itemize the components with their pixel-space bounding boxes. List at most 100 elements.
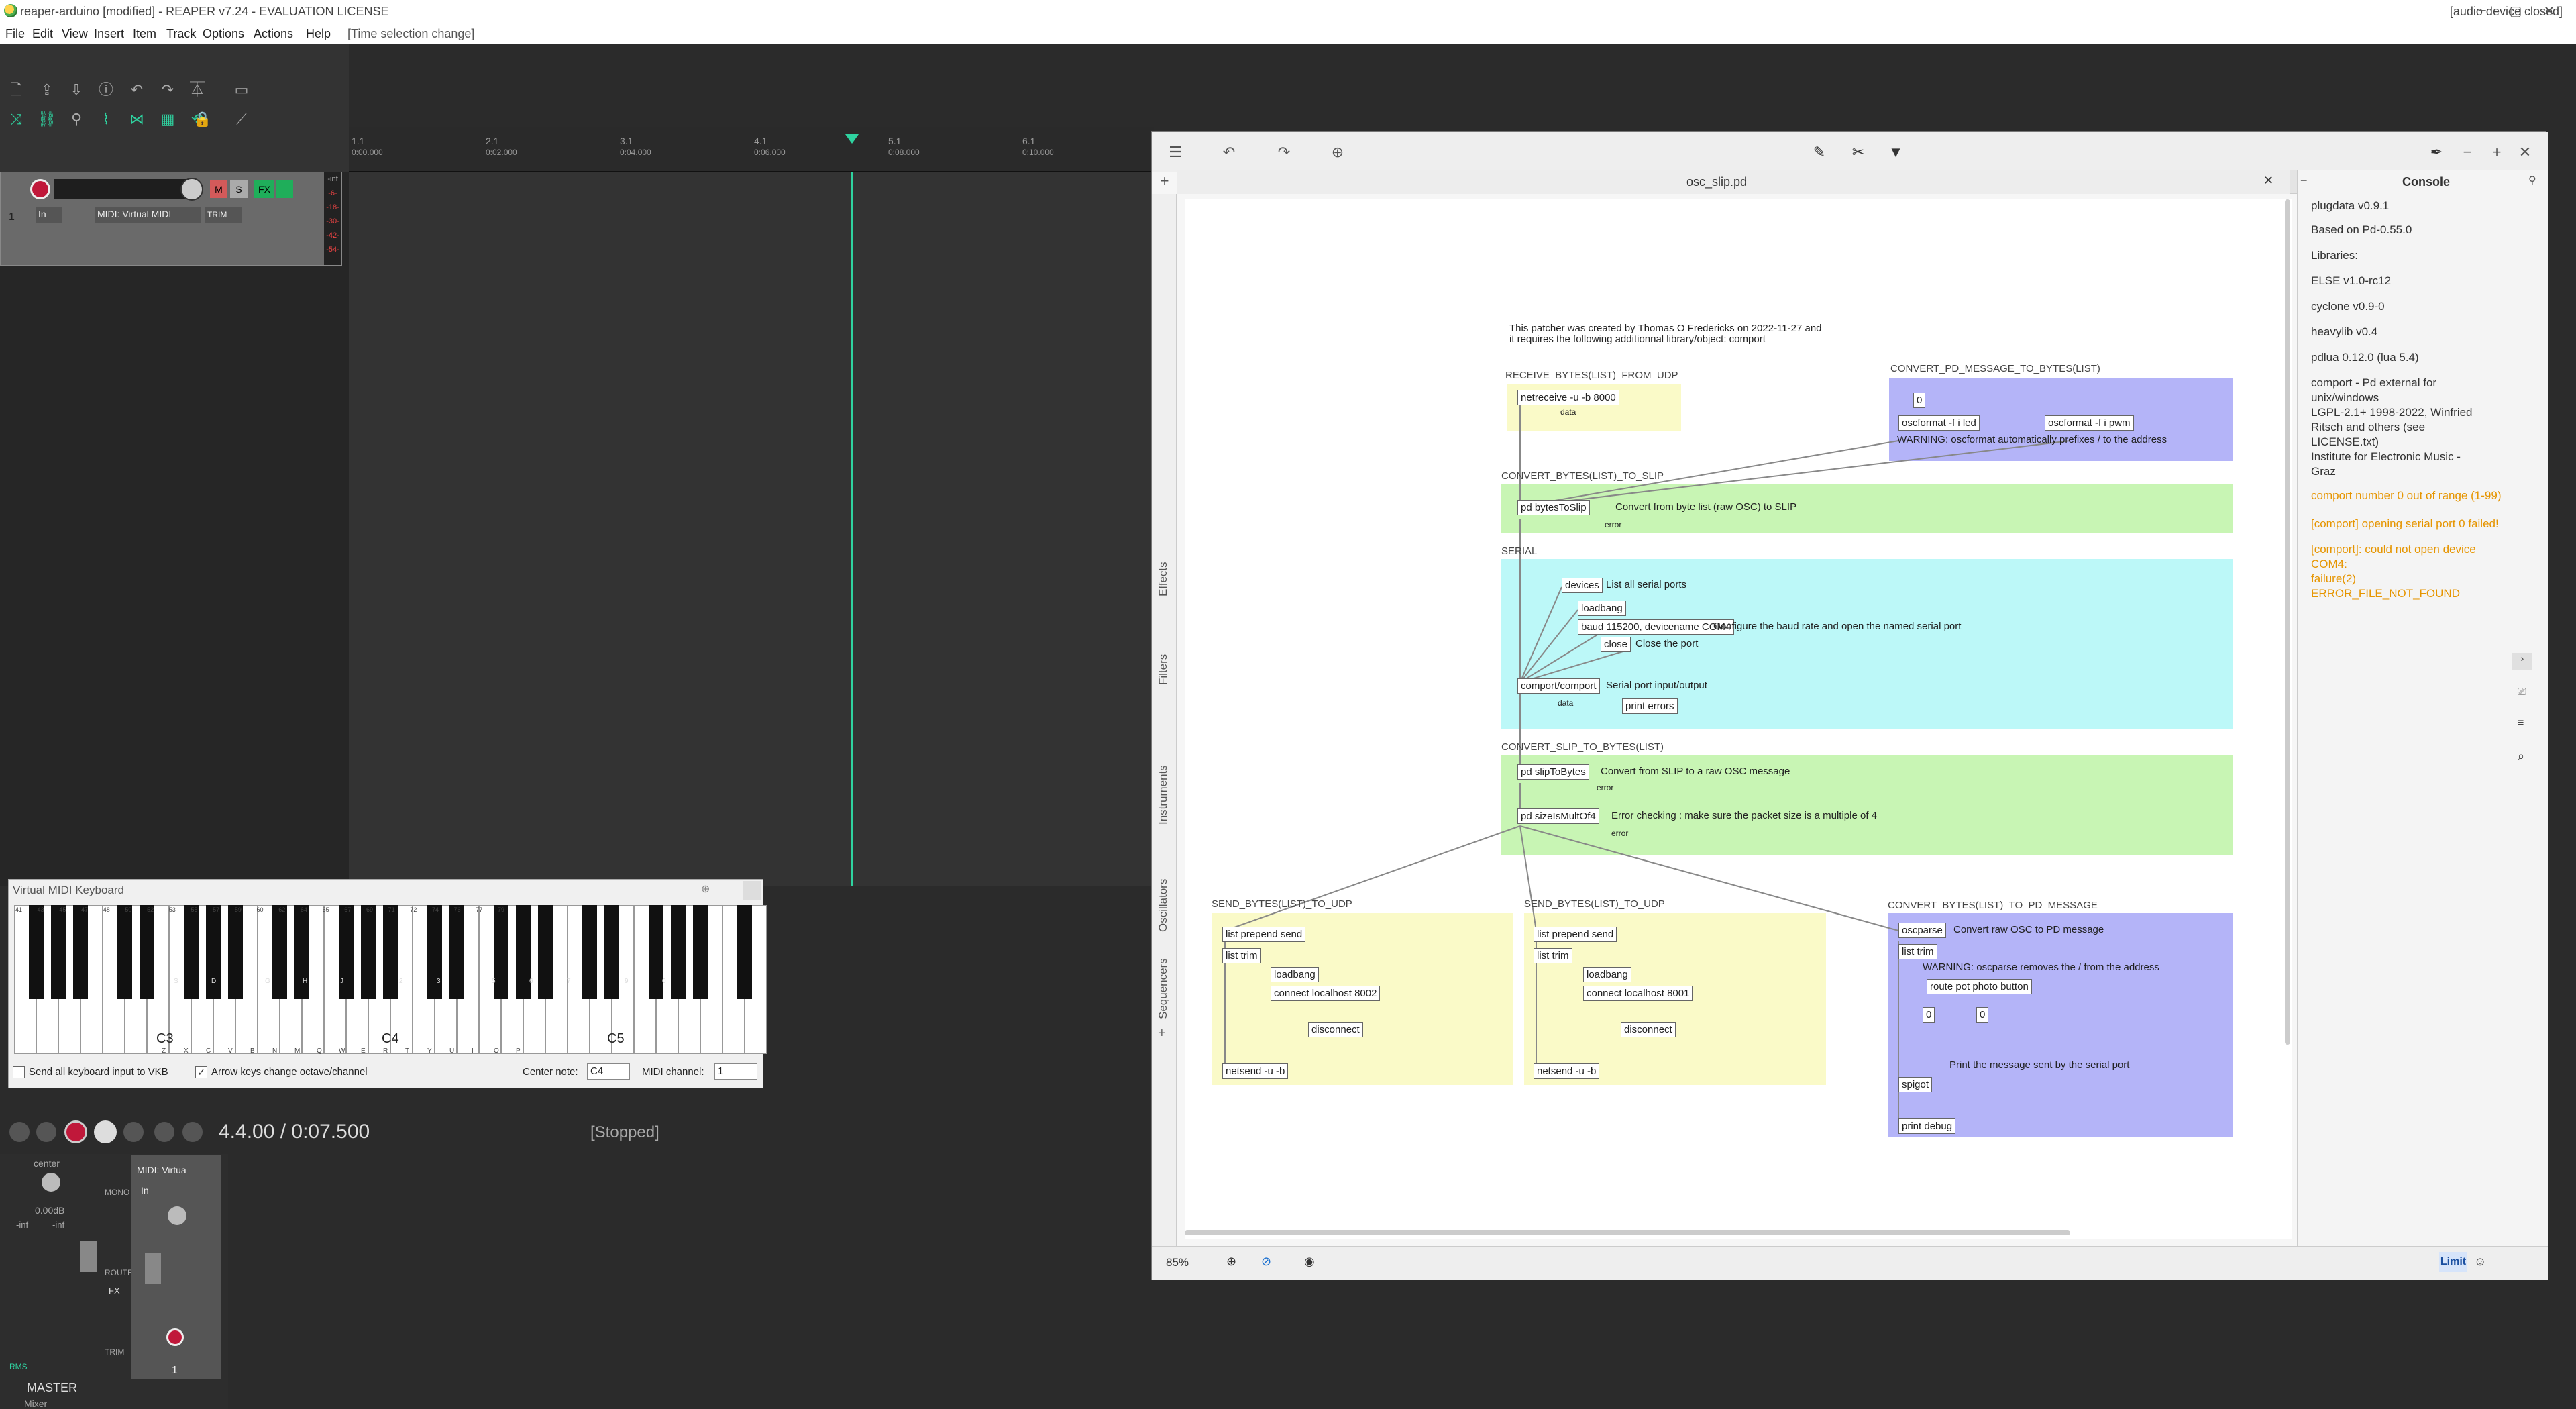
master-trim-button[interactable]: TRIM [105,1347,124,1357]
console-pin-icon[interactable]: ⚲ [2528,174,2536,187]
pd-object-sliptobytes[interactable]: pd slipToBytes [1517,764,1589,780]
add-object-icon[interactable]: ⊕ [1328,143,1347,162]
tab-osc-slip[interactable]: osc_slip.pd ✕ [1177,170,2290,194]
black-key[interactable] [449,905,464,999]
maximize-icon[interactable]: ▢ [2502,3,2529,19]
fx-button[interactable]: FX [254,180,274,198]
pd-object-print-debug[interactable]: print debug [1898,1118,1956,1134]
pd-object-bytestoslip[interactable]: pd bytesToSlip [1517,500,1590,515]
vertical-scrollbar[interactable] [2285,199,2290,1045]
ripple-edit-icon[interactable]: ⤨ [7,110,25,129]
black-key[interactable] [361,905,376,999]
go-start-icon[interactable] [9,1122,30,1142]
arrange-view[interactable] [349,172,1154,886]
black-key[interactable] [649,905,663,999]
pd-object-list-trim3[interactable]: list trim [1898,944,1937,959]
new-tab-icon[interactable]: + [1152,172,1177,194]
pd-object-oscparse[interactable]: oscparse [1898,923,1946,938]
pd-object-spigot[interactable]: spigot [1898,1077,1933,1092]
black-key[interactable] [51,905,66,999]
sidebar-tab-effects[interactable]: Effects [1157,562,1170,596]
open-project-icon[interactable]: ⇪ [38,81,56,99]
pd-object-num0b[interactable]: 0 [1923,1007,1935,1023]
run-mode-icon[interactable]: ✂ [1849,143,1868,162]
horizontal-scrollbar[interactable] [1185,1230,2070,1235]
black-key[interactable] [516,905,531,999]
redo-icon[interactable]: ↷ [1275,143,1293,162]
pd-object-netsend1[interactable]: netsend -u -b [1222,1063,1289,1079]
sidebar-tab-oscillators[interactable]: Oscillators [1157,879,1170,932]
crossfade-icon[interactable]: ⋈ [127,110,146,129]
limit-button[interactable]: Limit [2439,1252,2467,1272]
envelope-lock-icon[interactable]: ⌇ [97,110,115,129]
menu-file[interactable]: File [5,27,25,41]
menu-edit[interactable]: Edit [32,27,53,41]
stop-button[interactable] [154,1122,174,1142]
undo-icon[interactable]: ↶ [127,81,146,99]
pd-object-oscformat1[interactable]: oscformat -f i led [1898,415,1980,431]
pd-object-route[interactable]: route pot photo button [1927,979,2032,994]
menu-item[interactable]: Item [133,27,156,41]
item-grouping-icon[interactable]: ⛓ [38,110,56,129]
record-arm-button[interactable] [30,179,50,199]
add-sidebar-item-icon[interactable]: + [1158,1026,1166,1041]
project-settings-icon[interactable]: ⓘ [97,81,115,99]
pd-object-num0c[interactable]: 0 [1976,1007,1989,1023]
channel-pan-knob[interactable] [168,1206,186,1225]
black-key[interactable] [604,905,619,999]
console-settings-icon[interactable]: ≡ [2518,717,2524,729]
sidebar-tab-filters[interactable]: Filters [1157,654,1170,685]
black-key[interactable] [427,905,442,999]
pd-object-netreceive[interactable]: netreceive -u -b 8000 [1517,390,1619,405]
pd-object-connect2[interactable]: connect localhost 8001 [1583,986,1693,1001]
channel-input[interactable]: MIDI: Virtua [137,1165,186,1176]
black-key[interactable] [383,905,398,999]
hamburger-menu-icon[interactable]: ☰ [1166,143,1185,162]
pin-icon[interactable]: ⊕ [701,882,710,896]
mixer-channel-1[interactable]: MIDI: Virtua In 1 [131,1155,221,1379]
solo-button[interactable]: S [230,180,248,198]
black-key[interactable] [228,905,243,999]
sidebar-tab-instruments[interactable]: Instruments [1157,765,1170,825]
pin-icon[interactable]: ⊘ [1261,1255,1271,1269]
fx-bypass-icon[interactable] [276,180,293,198]
center-note-input[interactable]: C4 [587,1063,630,1080]
black-key[interactable] [206,905,221,999]
mono-button[interactable]: MONO [105,1188,129,1197]
console-search-icon[interactable]: ⌕ [2518,749,2524,764]
pd-object-print-errors[interactable]: print errors [1622,698,1678,714]
menu-insert[interactable]: Insert [94,27,124,41]
pd-object-close[interactable]: close [1601,637,1631,652]
black-key[interactable] [29,905,44,999]
pd-maximize-icon[interactable]: + [2487,143,2506,162]
pd-object-sizeismult[interactable]: pd sizeIsMultOf4 [1517,808,1599,824]
pd-object-netsend2[interactable]: netsend -u -b [1534,1063,1600,1079]
pd-object-loadbang1[interactable]: loadbang [1578,601,1626,616]
pd-object-list-trim1[interactable]: list trim [1222,948,1261,963]
pd-minimize-icon[interactable]: − [2458,143,2477,162]
channel-in[interactable]: In [141,1185,149,1196]
pd-object-connect1[interactable]: connect localhost 8002 [1271,986,1381,1001]
pause-button[interactable] [182,1122,203,1142]
redo-icon[interactable]: ↷ [158,81,177,99]
overlay-icon[interactable]: ◉ [1304,1255,1315,1269]
menu-options[interactable]: Options [203,27,244,41]
vkb-close-button[interactable] [743,881,761,900]
rewind-icon[interactable] [36,1122,56,1142]
patch-canvas[interactable]: This patcher was created by Thomas O Fre… [1185,199,2292,1239]
presentation-mode-icon[interactable]: ▼ [1886,143,1905,162]
minimize-icon[interactable]: – [2469,3,2496,18]
play-button[interactable] [94,1120,117,1143]
audio-status-icon[interactable]: ☺ [2474,1255,2486,1269]
playhead-marker-icon[interactable] [845,134,859,144]
new-project-icon[interactable]: 🗋 [7,81,25,99]
lock-icon[interactable]: 🔒 [193,110,212,129]
grid-icon[interactable]: ▦ [158,110,177,129]
pd-object-loadbang3[interactable]: loadbang [1583,967,1631,982]
menu-help[interactable]: Help [306,27,331,41]
black-key[interactable] [272,905,287,999]
channel-fader[interactable] [145,1253,161,1284]
save-project-icon[interactable]: ⇩ [67,81,86,99]
midi-channel-select[interactable]: 1 [714,1063,757,1080]
midi-input-selector[interactable]: MIDI: Virtual MIDI [95,207,201,223]
